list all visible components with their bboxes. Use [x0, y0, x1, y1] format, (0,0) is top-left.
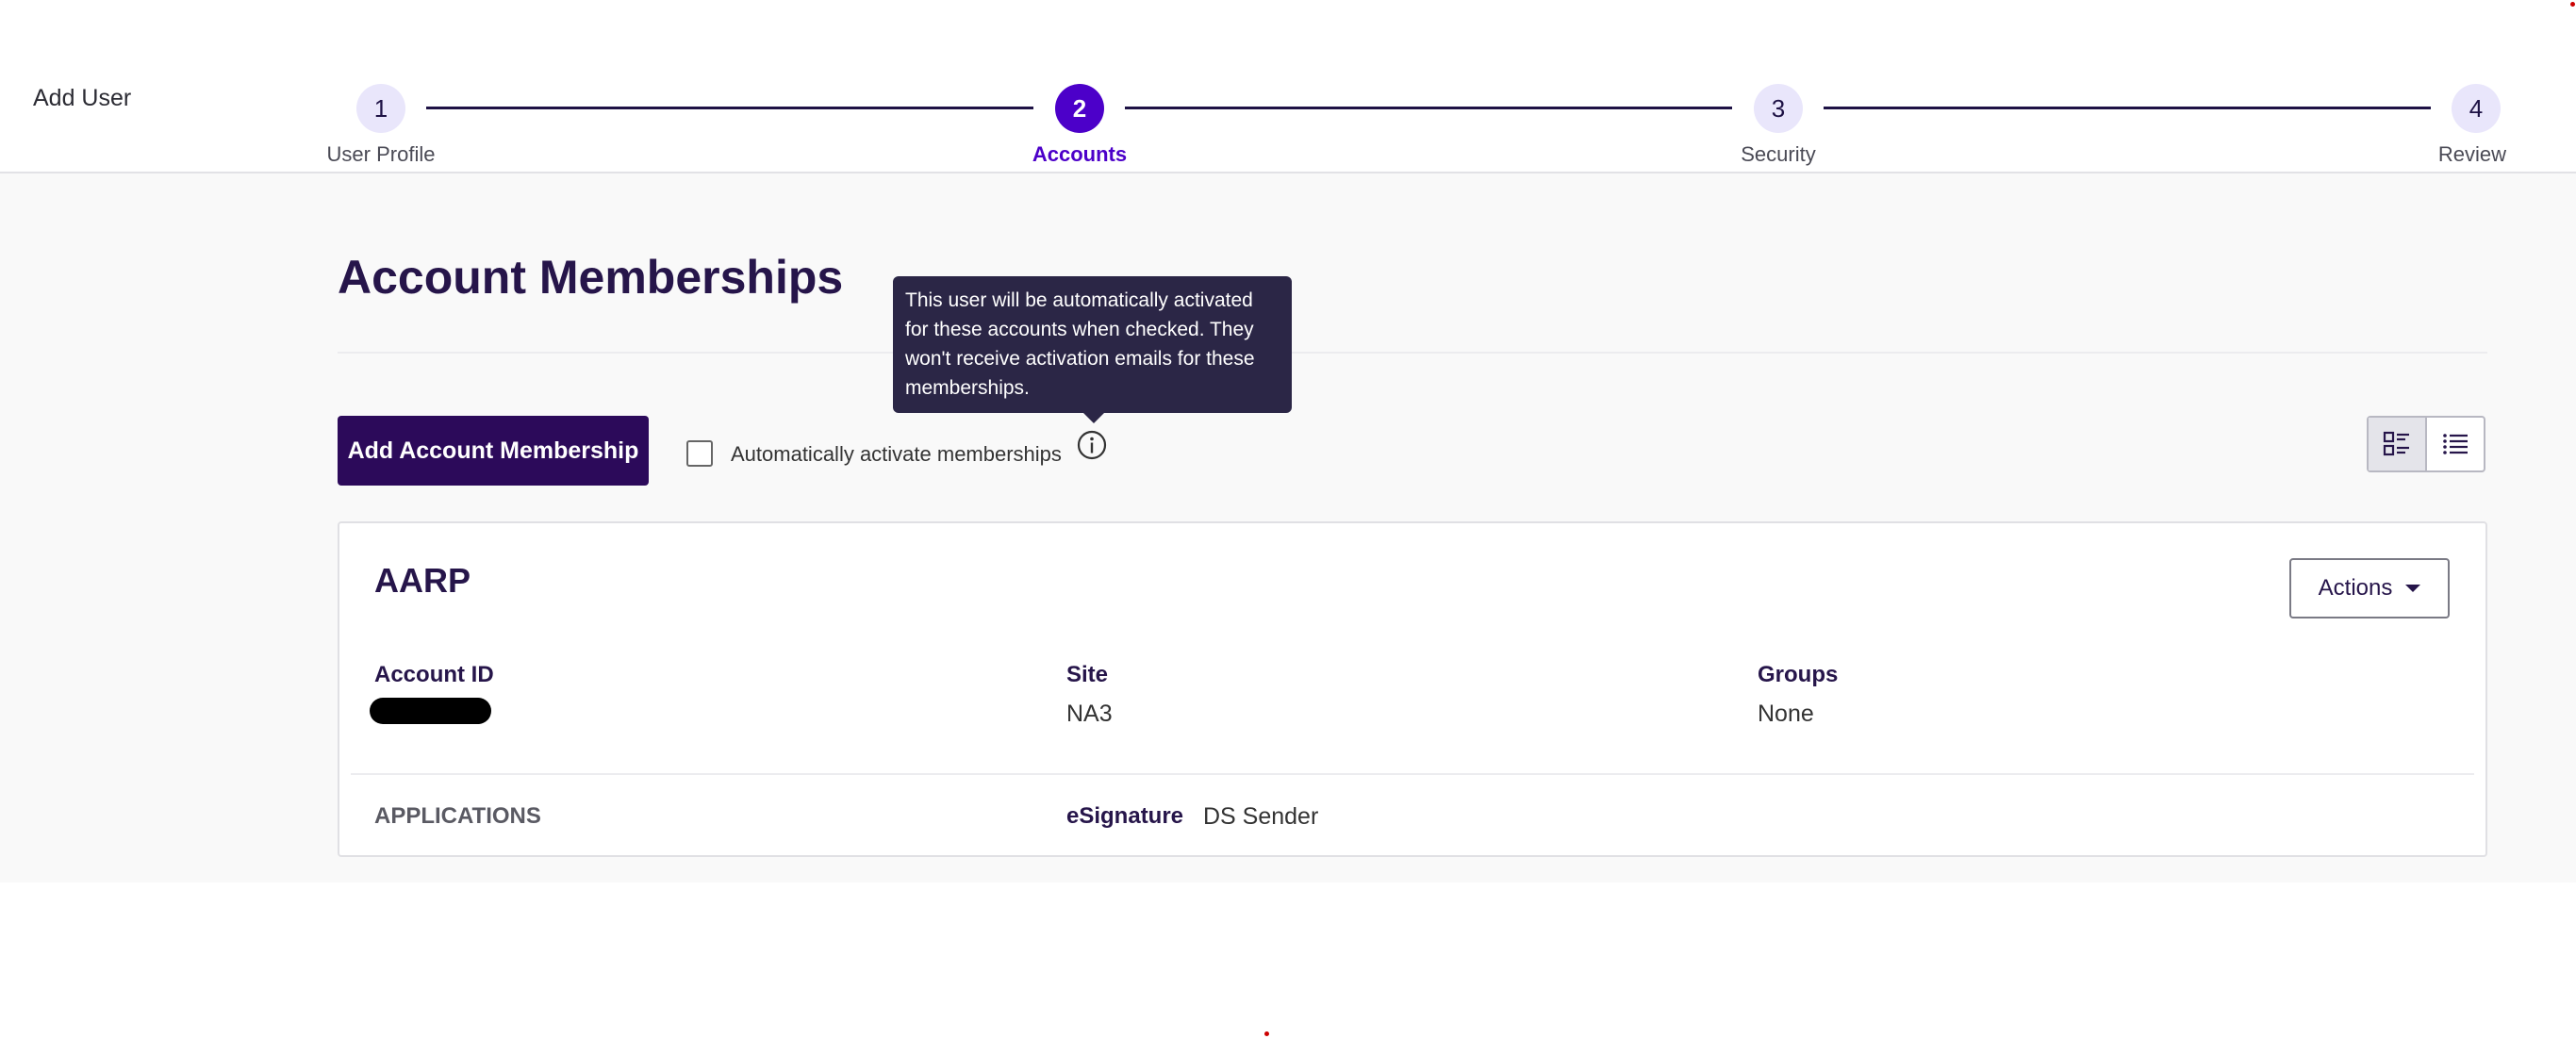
- auto-activate-label: Automatically activate memberships: [731, 442, 1062, 466]
- caret-down-icon: [2405, 585, 2421, 592]
- page-title: Add User: [33, 85, 132, 111]
- application-name: eSignature: [1066, 803, 1184, 829]
- section-title: Account Memberships: [338, 251, 844, 304]
- step-number: 1: [356, 84, 405, 133]
- step-number: 2: [1055, 84, 1104, 133]
- step-number: 3: [1754, 84, 1803, 133]
- actions-label: Actions: [2318, 575, 2393, 601]
- groups-value: None: [1758, 701, 1814, 727]
- top-bar: [0, 0, 2576, 57]
- account-name: AARP: [374, 561, 471, 600]
- redacted-account-id: [370, 698, 491, 724]
- info-icon[interactable]: [1076, 429, 1108, 461]
- list-view-icon: [2443, 434, 2468, 454]
- card-view-button[interactable]: [2369, 418, 2427, 470]
- site-value: NA3: [1066, 701, 1113, 727]
- step-label: Review: [2437, 142, 2507, 166]
- corner-marker-dot: [2570, 2, 2575, 7]
- view-toggle[interactable]: [2367, 416, 2485, 472]
- info-tooltip: This user will be automatically activate…: [893, 276, 1292, 413]
- auto-activate-checkbox[interactable]: [686, 440, 713, 467]
- list-view-button[interactable]: [2427, 418, 2484, 470]
- account-id-label: Account ID: [374, 662, 494, 687]
- actions-dropdown-button[interactable]: Actions: [2289, 558, 2450, 618]
- card-divider: [351, 773, 2474, 775]
- application-role: DS Sender: [1203, 803, 1319, 830]
- step-label: Accounts: [1032, 142, 1128, 166]
- applications-label: APPLICATIONS: [374, 803, 541, 829]
- site-label: Site: [1066, 662, 1109, 687]
- section-divider: [338, 352, 2487, 354]
- step-label: Security: [1741, 142, 1816, 166]
- step-label: User Profile: [326, 142, 436, 166]
- card-view-icon: [2383, 431, 2409, 456]
- add-account-membership-button[interactable]: Add Account Membership: [338, 416, 649, 486]
- step-security[interactable]: 3 Security: [1637, 84, 1920, 167]
- tooltip-arrow: [1082, 412, 1105, 423]
- groups-label: Groups: [1758, 662, 1839, 687]
- account-membership-card: [338, 521, 2487, 857]
- step-user-profile[interactable]: 1 User Profile: [239, 84, 522, 167]
- marker-dot: [1264, 1031, 1269, 1036]
- step-accounts[interactable]: 2 Accounts: [938, 84, 1221, 167]
- step-number: 4: [2452, 84, 2501, 133]
- step-review[interactable]: 4 Review: [2335, 84, 2576, 167]
